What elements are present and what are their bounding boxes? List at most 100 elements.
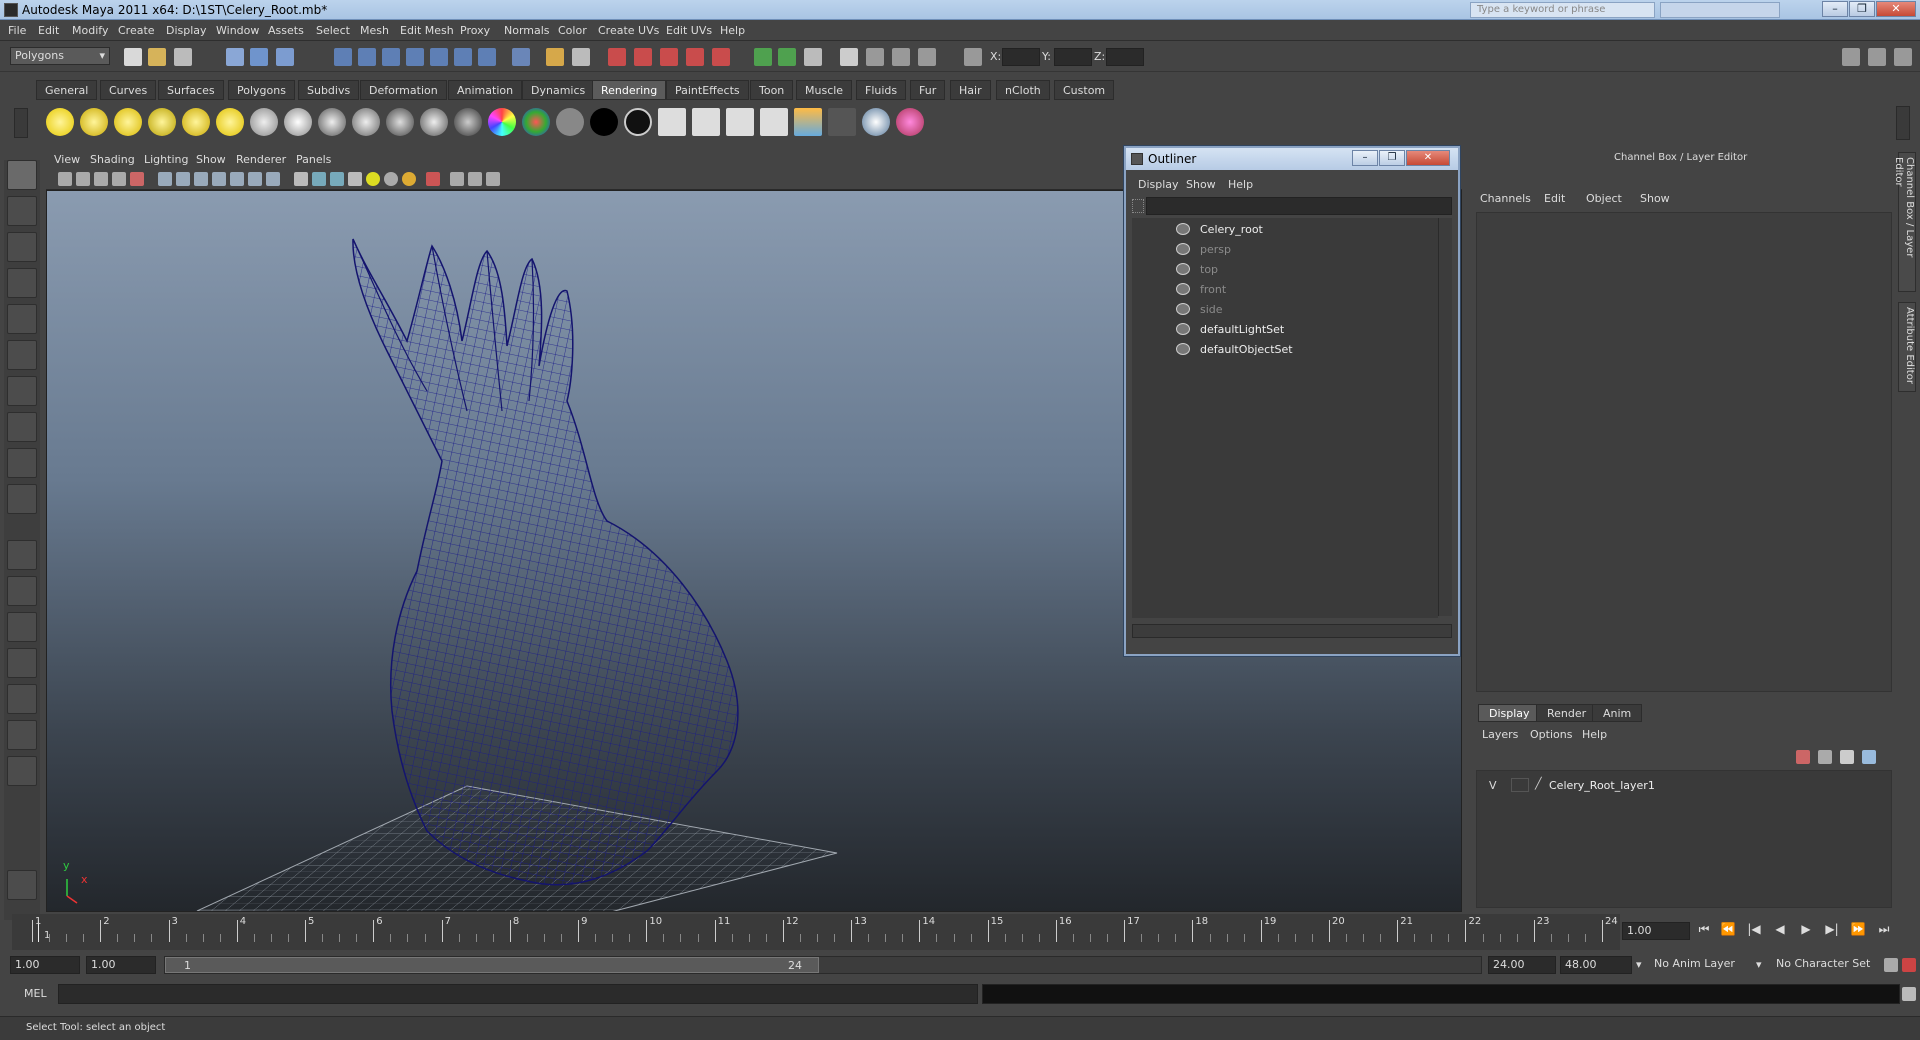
menu-window[interactable]: Window [216, 24, 259, 37]
move-layer-down-icon[interactable] [1862, 750, 1876, 764]
step-forward-key-icon[interactable]: ⏩ [1848, 922, 1868, 942]
shelf-tab-deformation[interactable]: Deformation [360, 80, 447, 100]
shelf-tab-rendering[interactable]: Rendering [592, 80, 667, 100]
snap-live-icon[interactable] [430, 48, 448, 66]
camera-attributes-icon[interactable] [76, 172, 90, 186]
shading-map-icon[interactable] [624, 108, 652, 136]
layer-tab-render[interactable]: Render [1536, 704, 1598, 722]
paint-select-tool-icon[interactable] [7, 232, 37, 262]
universal-manipulator-icon[interactable] [7, 376, 37, 406]
help-search-extra[interactable] [1660, 2, 1780, 18]
go-to-end-icon[interactable]: ⏭ [1874, 922, 1894, 942]
menu-display[interactable]: Display [166, 24, 207, 37]
viewport-menu-shading[interactable]: Shading [90, 153, 135, 166]
animation-preferences-icon[interactable] [1902, 958, 1916, 972]
menu-modify[interactable]: Modify [72, 24, 108, 37]
outliner-layout-icon[interactable] [7, 612, 37, 642]
viewport-menu-renderer[interactable]: Renderer [236, 153, 286, 166]
outliner-item-top[interactable]: top [1132, 260, 1432, 278]
shelf-tab-surfaces[interactable]: Surfaces [158, 80, 224, 100]
playback-end-field[interactable]: 24.00 [1488, 956, 1556, 974]
menu-proxy[interactable]: Proxy [460, 24, 490, 37]
shelf-scroll[interactable] [1896, 106, 1910, 140]
viewport-menu-view[interactable]: View [54, 153, 80, 166]
outliner-maximize-button[interactable]: ❐ [1379, 150, 1405, 166]
hypershade-icon[interactable] [686, 48, 704, 66]
channel-box-menu-object[interactable]: Object [1586, 192, 1622, 205]
side-tab-channel-box[interactable]: Channel Box / Layer Editor [1893, 152, 1916, 292]
rgb-shader-icon[interactable] [522, 108, 550, 136]
save-scene-icon[interactable] [174, 48, 192, 66]
ramp-shader-icon[interactable] [488, 108, 516, 136]
custom-layout-icon[interactable] [7, 756, 37, 786]
new-layer-selected-icon[interactable] [1818, 750, 1832, 764]
side-tab-attribute-editor[interactable]: Attribute Editor [1898, 302, 1916, 392]
gate-mask-icon[interactable] [212, 172, 226, 186]
xray-joints-icon[interactable] [468, 172, 482, 186]
play-forwards-icon[interactable]: ▶ [1796, 922, 1816, 942]
image-plane-icon[interactable] [112, 172, 126, 186]
channel-box-icon[interactable] [918, 48, 936, 66]
shelf-tab-ncloth[interactable]: nCloth [996, 80, 1050, 100]
sidebar-toggle-icon[interactable] [804, 48, 822, 66]
point-light-icon[interactable] [114, 108, 142, 136]
two-d-pan-icon[interactable] [130, 172, 144, 186]
blinn-material-icon[interactable] [284, 108, 312, 136]
outliner-menu-help[interactable]: Help [1228, 178, 1253, 191]
command-language-label[interactable]: MEL [24, 987, 47, 1000]
move-layer-up-icon[interactable] [1840, 750, 1854, 764]
anim-layer-dropdown[interactable]: No Anim Layer [1650, 956, 1752, 974]
shelf-tab-polygons[interactable]: Polygons [228, 80, 295, 100]
panel-layout-2-icon[interactable] [1868, 48, 1886, 66]
chevron-down-icon[interactable]: ▾ [1756, 956, 1762, 974]
layer-visibility-toggle[interactable]: V [1489, 779, 1497, 792]
spot-light-icon[interactable] [148, 108, 176, 136]
step-back-frame-icon[interactable]: |◀ [1744, 922, 1764, 942]
menu-normals[interactable]: Normals [504, 24, 550, 37]
input-line-mode-icon[interactable] [778, 48, 796, 66]
xray-components-icon[interactable] [486, 172, 500, 186]
paint-canvas-icon[interactable] [896, 108, 924, 136]
command-input[interactable] [58, 984, 978, 1004]
render-region-icon[interactable] [658, 108, 686, 136]
layer-color-swatch[interactable]: ╱ [1535, 777, 1542, 790]
channel-box-menu-show[interactable]: Show [1640, 192, 1670, 205]
animation-start-field[interactable]: 1.00 [10, 956, 80, 974]
shelf-tab-dynamics[interactable]: Dynamics [522, 80, 595, 100]
phong-material-icon[interactable] [352, 108, 380, 136]
new-scene-icon[interactable] [124, 48, 142, 66]
z-field[interactable] [1106, 48, 1144, 66]
snap-surface-icon[interactable] [478, 48, 496, 66]
last-tool-icon[interactable] [7, 484, 37, 514]
hypershade-shelf-icon[interactable] [862, 108, 890, 136]
snap-point-icon[interactable] [382, 48, 400, 66]
menu-file[interactable]: File [8, 24, 26, 37]
outliner-minimize-button[interactable]: – [1352, 150, 1378, 166]
trax-layout-icon[interactable] [7, 720, 37, 750]
layer-tab-display[interactable]: Display [1478, 704, 1541, 722]
shelf-tab-hair[interactable]: Hair [950, 80, 991, 100]
wireframe-on-shaded-icon[interactable] [330, 172, 344, 186]
layer-menu-options[interactable]: Options [1530, 728, 1572, 741]
construction-history-icon[interactable] [572, 48, 590, 66]
lock-icon[interactable] [546, 48, 564, 66]
graph-editor-layout-icon[interactable] [7, 648, 37, 678]
shelf-tab-muscle[interactable]: Muscle [796, 80, 853, 100]
four-view-layout-icon[interactable] [7, 576, 37, 606]
menu-mesh[interactable]: Mesh [360, 24, 389, 37]
single-perspective-layout-icon[interactable] [7, 540, 37, 570]
select-component-icon[interactable] [276, 48, 294, 66]
surface-shader-icon[interactable] [556, 108, 584, 136]
render-globals-icon[interactable] [828, 108, 856, 136]
textured-icon[interactable] [348, 172, 362, 186]
time-slider[interactable]: 1 1 2 3 4 5 6 7 8 9 10 11 12 13 14 15 16 17 18 19 20 21 22 23 2… [12, 914, 1620, 950]
outliner-item-front[interactable]: front [1132, 280, 1432, 298]
animation-end-field[interactable]: 48.00 [1560, 956, 1632, 974]
attribute-editor-icon[interactable] [866, 48, 884, 66]
select-hierarchy-icon[interactable] [226, 48, 244, 66]
outliner-item-persp[interactable]: persp [1132, 240, 1432, 258]
range-slider[interactable]: 1 24 [164, 956, 1482, 974]
outliner-filter-input[interactable] [1146, 197, 1452, 215]
smooth-shade-icon[interactable] [312, 172, 326, 186]
current-frame-field[interactable]: 1.00 [1622, 922, 1690, 940]
